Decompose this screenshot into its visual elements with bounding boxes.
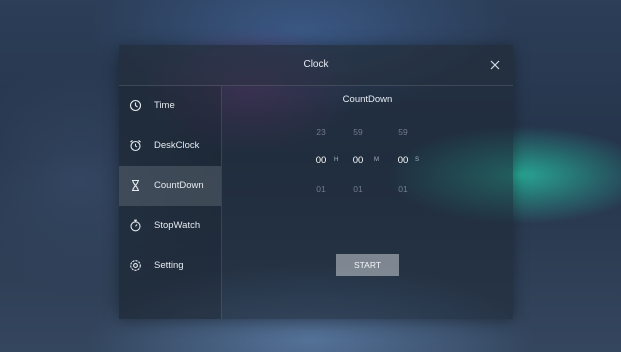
sidebar-item-deskclock[interactable]: DeskClock (119, 126, 221, 166)
countdown-panel: CountDown 23 00 H 01 59 00 M 01 59 00 S … (222, 86, 513, 319)
sidebar-item-label: CountDown (154, 180, 204, 191)
panel-title: CountDown (342, 94, 393, 105)
clock-icon (129, 99, 142, 112)
dialog-title: Clock (303, 59, 329, 70)
sidebar-item-stopwatch[interactable]: StopWatch (119, 206, 221, 246)
minutes-unit-label: M (374, 157, 379, 163)
close-button[interactable] (487, 57, 503, 73)
close-icon (490, 60, 500, 70)
minutes-next-value: 01 (353, 184, 363, 194)
desktop-background: Clock Time DeskClock CountDown StopWatch… (0, 0, 621, 352)
clock-dialog: Clock Time DeskClock CountDown StopWatch… (119, 45, 513, 319)
sidebar: Time DeskClock CountDown StopWatch Setti… (119, 86, 222, 319)
sidebar-item-time[interactable]: Time (119, 86, 221, 126)
sidebar-item-setting[interactable]: Setting (119, 246, 221, 286)
sidebar-item-label: Setting (154, 260, 184, 271)
alarm-clock-icon (130, 140, 141, 152)
sidebar-item-countdown[interactable]: CountDown (119, 166, 221, 206)
hourglass-icon (132, 179, 139, 192)
sidebar-item-label: DeskClock (154, 140, 200, 151)
title-bar: Clock (119, 45, 513, 86)
sidebar-item-label: StopWatch (154, 220, 201, 231)
minutes-prev-value: 59 (353, 127, 363, 137)
hours-picker[interactable]: 00 (309, 155, 333, 166)
hours-unit-label: H (334, 157, 339, 163)
seconds-prev-value: 59 (398, 127, 408, 137)
stopwatch-icon (130, 219, 141, 232)
hours-next-value: 01 (316, 184, 326, 194)
hours-prev-value: 23 (316, 127, 326, 137)
start-button[interactable]: START (336, 254, 399, 276)
seconds-next-value: 01 (398, 184, 408, 194)
settings-icon (130, 260, 141, 271)
seconds-unit-label: S (415, 157, 420, 163)
sidebar-item-label: Time (154, 100, 175, 111)
seconds-picker[interactable]: 00 (391, 155, 415, 166)
minutes-picker[interactable]: 00 (346, 155, 370, 166)
